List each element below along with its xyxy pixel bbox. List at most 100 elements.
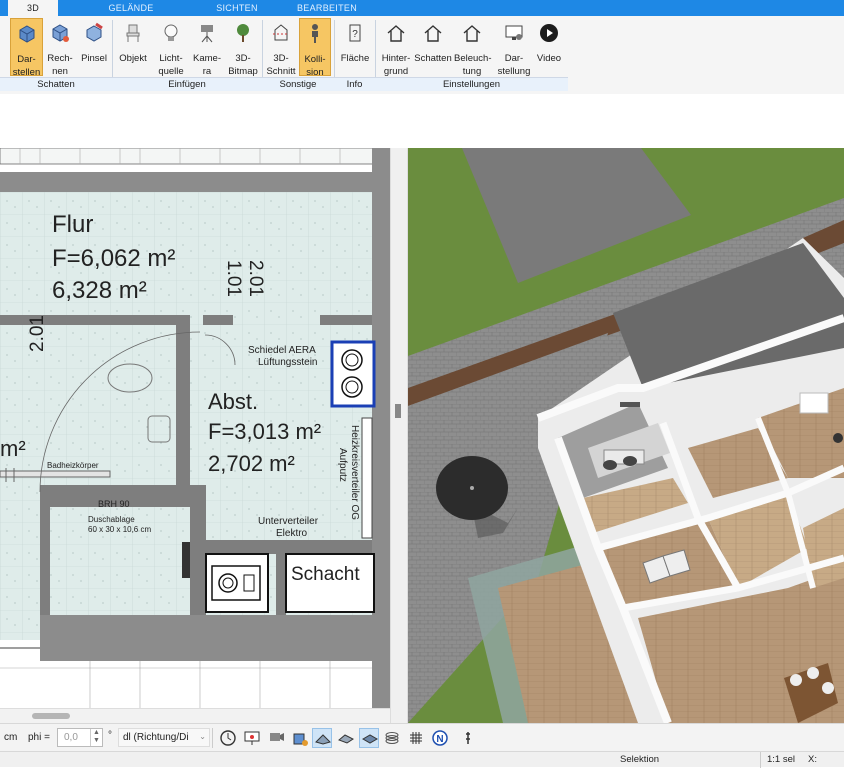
darstellung-button[interactable]: Dar- stellung <box>494 18 534 77</box>
svg-text:?: ? <box>352 29 358 40</box>
status-mode: Selektion <box>620 754 660 765</box>
wall-north <box>0 172 390 192</box>
splitter-handle[interactable] <box>395 404 401 418</box>
heating-distributor <box>361 417 373 539</box>
clock-icon[interactable] <box>218 728 238 748</box>
plan-horizontal-scrollbar[interactable] <box>0 708 390 723</box>
brush-icon <box>86 22 103 42</box>
section-icon <box>273 24 289 41</box>
tab-3d[interactable]: 3D <box>8 0 58 16</box>
house-shadow-icon <box>424 25 442 42</box>
presentation-icon[interactable] <box>242 728 262 748</box>
room-area-f-abst: F=3,013 m² <box>208 419 322 444</box>
wall-schacht-divider <box>276 554 286 615</box>
badheizkoerper <box>0 470 111 478</box>
group-label-einfuegen: Einfügen <box>112 77 262 91</box>
group-label-einstellungen: Einstellungen <box>375 77 568 91</box>
phi-input[interactable]: 0,0 ▲ ▼ <box>57 728 103 747</box>
label-schacht: Schacht <box>291 564 360 585</box>
cube-render-icon <box>19 25 34 43</box>
label-duschablage: Duschablage <box>88 515 135 524</box>
phi-stepper[interactable]: ▲ ▼ <box>90 729 102 746</box>
wall-abst-top-left <box>203 315 233 325</box>
label-heizkreis: Heizkreisverteiler OG <box>349 425 360 521</box>
dimension-label: 1.01 <box>223 260 244 297</box>
label-elektro: Elektro <box>276 528 308 539</box>
view-splitter[interactable] <box>390 148 408 723</box>
direction-value: dl (Richtung/Di <box>123 732 189 743</box>
plane-icon[interactable] <box>312 728 332 748</box>
layer-icon[interactable] <box>359 728 379 748</box>
camera-move-icon[interactable] <box>266 728 286 748</box>
room-name-abst: Abst. <box>208 389 259 414</box>
svg-text:N: N <box>436 734 443 745</box>
house-light-icon <box>463 25 481 42</box>
3d-scene <box>408 148 844 723</box>
label-lueftung: Lüftungsstein <box>258 357 318 368</box>
paint-bucket-icon[interactable] <box>290 728 310 748</box>
play-icon <box>540 24 558 42</box>
kamera-button[interactable]: Kame- ra <box>190 18 224 77</box>
label-aufputz: Aufputz <box>337 448 348 482</box>
hintergrund-button[interactable]: Hinter- grund <box>378 18 414 77</box>
person-icon <box>312 24 318 43</box>
floor-plan-view[interactable]: Flur F=6,062 m² 6,328 m² 1.01 2.01 2.01 … <box>0 148 390 723</box>
room-area-f-flur: F=6,062 m² <box>52 245 176 272</box>
rechnen-button[interactable]: Rech- nen <box>44 18 76 77</box>
bottom-toolbar: cm phi = 0,0 ▲ ▼ ° dl (Richtung/Di ⌄ N <box>0 723 844 751</box>
schatten-button[interactable]: Schatten <box>414 18 452 76</box>
degree-label: ° <box>108 730 112 741</box>
ribbon: Dar- stellen Rech- nen Pinsel Objekt Lic… <box>0 16 844 94</box>
chair-icon <box>126 24 140 42</box>
label-badheizkoerper: Badheizkörper <box>47 461 99 470</box>
monitor-icon <box>505 25 523 40</box>
path-icon[interactable] <box>336 728 356 748</box>
wall-south <box>40 615 390 661</box>
beleuchtung-button[interactable]: Beleuch- tung <box>454 18 492 77</box>
camera-icon <box>201 25 213 43</box>
bulb-icon <box>164 24 178 41</box>
tab-bearbeiten[interactable]: BEARBEITEN <box>292 0 362 16</box>
flaeche-button[interactable]: ? Fläche <box>338 18 372 76</box>
partial-area-label: m² <box>0 436 26 461</box>
status-bar: Selektion 1:1 sel X: <box>0 751 844 768</box>
top-wall-strip <box>0 148 376 165</box>
group-label-sonstige: Sonstige <box>262 77 334 91</box>
wall-abst-top-right <box>320 315 372 325</box>
kollision-button[interactable]: Kolli- sion <box>299 18 331 78</box>
chevron-down-icon: ⌄ <box>199 732 206 741</box>
wall-element <box>182 542 190 578</box>
tab-gelaende[interactable]: GELÄNDE <box>96 0 166 16</box>
north-icon[interactable]: N <box>430 728 450 748</box>
3d-bitmap-button[interactable]: 3D- Bitmap <box>226 18 260 77</box>
tab-sichten[interactable]: SICHTEN <box>205 0 269 16</box>
label-brh: BRH 90 <box>98 499 130 509</box>
status-x-coordinate: X: <box>808 754 817 765</box>
phi-value: 0,0 <box>64 732 78 743</box>
cube-calc-icon <box>52 24 69 42</box>
room-area-flur: 6,328 m² <box>52 277 147 304</box>
video-button[interactable]: Video <box>534 18 564 76</box>
dimension-label: 2.01 <box>27 315 48 352</box>
tree-icon <box>237 24 249 42</box>
stack-icon[interactable] <box>382 728 402 748</box>
direction-select[interactable]: dl (Richtung/Di ⌄ <box>118 728 210 747</box>
phi-label: phi = <box>28 732 50 743</box>
unit-label: cm <box>4 732 18 743</box>
wall-abst-bottom <box>190 540 372 554</box>
room-name-flur: Flur <box>52 211 94 238</box>
lichtquelle-button[interactable]: Licht- quelle ▼ <box>154 18 188 90</box>
status-scale: 1:1 sel <box>767 754 795 765</box>
pin-icon[interactable] <box>458 728 478 748</box>
3d-schnitt-button[interactable]: 3D- Schnitt <box>264 18 298 77</box>
darstellen-button[interactable]: Dar- stellen <box>10 18 43 78</box>
dimension-label: 2.01 <box>245 260 266 297</box>
house-bg-icon <box>387 25 405 42</box>
area-icon: ? <box>349 24 361 42</box>
ribbon-tab-bar: 3D GELÄNDE SICHTEN BEARBEITEN <box>0 0 844 16</box>
scrollbar-thumb[interactable] <box>32 713 70 719</box>
pinsel-button[interactable]: Pinsel <box>78 18 110 76</box>
objekt-button[interactable]: Objekt <box>116 18 150 76</box>
3d-view[interactable] <box>408 148 844 723</box>
grid-icon[interactable] <box>406 728 426 748</box>
